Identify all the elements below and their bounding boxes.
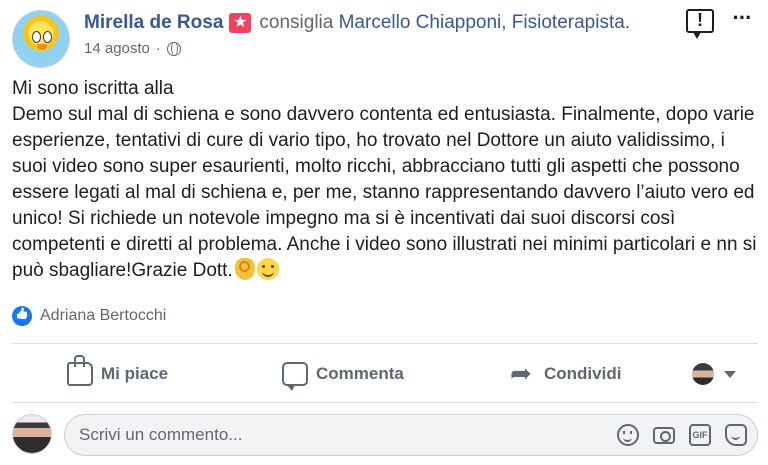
action-bar: Mi piace Commenta Condividi (12, 350, 758, 398)
composer-icons: GIF (617, 424, 747, 446)
share-button[interactable]: Condividi (510, 358, 622, 389)
thumbs-up-icon (67, 355, 93, 386)
camera-icon[interactable] (653, 427, 675, 444)
like-button[interactable]: Mi piace (67, 355, 169, 386)
recommended-page-link[interactable]: Marcello Chiapponi, Fisioterapista. (339, 12, 630, 34)
sticker-icon[interactable] (725, 424, 747, 446)
comment-composer[interactable]: GIF (64, 414, 758, 456)
globe-icon[interactable] (166, 41, 181, 56)
like-reaction-icon (12, 306, 32, 326)
comment-label: Commenta (316, 364, 404, 383)
avatar-beak (37, 44, 47, 50)
emoji-icon[interactable] (617, 424, 639, 446)
liked-by-name[interactable]: Adriana Bertocchi (40, 307, 166, 325)
report-icon[interactable] (686, 9, 714, 39)
chevron-down-icon (724, 370, 736, 378)
post-body-text: Mi sono iscritta alla Demo sul mal di sc… (12, 78, 757, 281)
comment-input[interactable] (79, 415, 559, 455)
like-label: Mi piace (101, 364, 169, 383)
current-user-avatar (692, 363, 714, 385)
ok-hand-emoji (234, 258, 255, 280)
recommendation-star-icon (229, 12, 252, 33)
author-avatar[interactable] (12, 10, 70, 68)
author-name[interactable]: Mirella de Rosa (84, 12, 223, 34)
post-date[interactable]: 14 agosto (84, 40, 150, 57)
share-arrow-icon (510, 358, 536, 389)
post-header: Mirella de Rosa consiglia Marcello Chiap… (84, 10, 630, 36)
divider (12, 343, 758, 344)
speech-bubble-icon (282, 362, 308, 391)
share-label: Condividi (544, 364, 622, 383)
comment-button[interactable]: Commenta (282, 362, 404, 391)
avatar-eye (43, 31, 52, 43)
post-card: Mirella de Rosa consiglia Marcello Chiap… (0, 0, 768, 465)
smiling-face-emoji (256, 258, 279, 280)
post-meta: 14 agosto · (84, 40, 181, 57)
comment-as-selector[interactable] (692, 363, 736, 385)
divider (12, 402, 758, 403)
recommendation-text: consiglia (259, 12, 334, 33)
more-options-icon[interactable]: ··· (726, 7, 758, 29)
reactions-summary[interactable]: Adriana Bertocchi (12, 306, 166, 326)
avatar-eye (32, 31, 41, 43)
post-text: Mi sono iscritta alla Demo sul mal di sc… (12, 76, 758, 284)
gif-icon[interactable]: GIF (689, 424, 711, 446)
commenter-avatar[interactable] (12, 414, 52, 454)
date-separator: · (155, 40, 161, 57)
